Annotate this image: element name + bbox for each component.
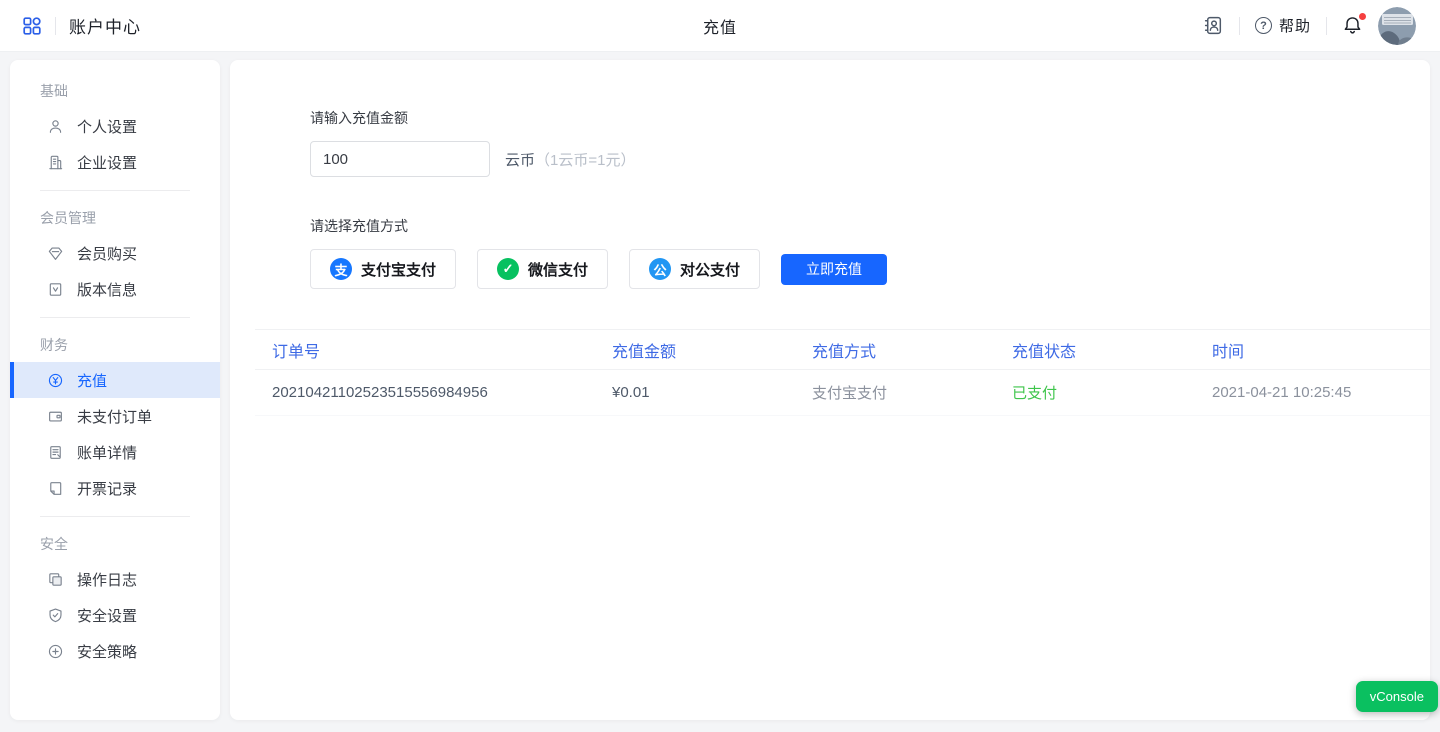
sidebar-section-membership: 会员管理 bbox=[10, 201, 220, 235]
sidebar-item-label: 安全策略 bbox=[77, 641, 137, 662]
contacts-icon[interactable] bbox=[1203, 15, 1224, 36]
sidebar-divider bbox=[40, 516, 190, 517]
column-amount: 充值金额 bbox=[595, 338, 795, 362]
sidebar-item-security-policy[interactable]: 安全策略 bbox=[10, 633, 220, 669]
logs-icon bbox=[47, 571, 64, 588]
sidebar-item-label: 版本信息 bbox=[77, 279, 137, 300]
wallet-icon bbox=[47, 408, 64, 425]
help-button[interactable]: ? 帮助 bbox=[1255, 15, 1311, 36]
header-divider bbox=[55, 17, 56, 35]
wechat-pay-icon: ✓ bbox=[497, 258, 519, 280]
invoice-icon bbox=[47, 480, 64, 497]
column-time: 时间 bbox=[1195, 338, 1430, 362]
recharge-form: 请输入充值金额 云币（1云币=1元） 请选择充值方式 支 支付宝支付 ✓ 微信支… bbox=[230, 60, 1430, 289]
sidebar-item-label: 充值 bbox=[77, 370, 107, 391]
pay-button-label: 对公支付 bbox=[680, 259, 740, 280]
bill-icon bbox=[47, 444, 64, 461]
cell-status: 已支付 bbox=[995, 382, 1195, 403]
vconsole-button[interactable]: vConsole bbox=[1356, 681, 1438, 712]
sidebar-item-label: 开票记录 bbox=[77, 478, 137, 499]
orders-table: 订单号 充值金额 充值方式 充值状态 时间 202104211025235155… bbox=[255, 329, 1430, 416]
active-indicator bbox=[10, 362, 14, 398]
alipay-icon: 支 bbox=[330, 258, 352, 280]
gem-icon bbox=[47, 245, 64, 262]
sidebar-item-label: 账单详情 bbox=[77, 442, 137, 463]
question-icon: ? bbox=[1255, 17, 1272, 34]
user-icon bbox=[47, 118, 64, 135]
currency-unit: 云币 bbox=[505, 152, 535, 169]
sidebar-item-member-purchase[interactable]: 会员购买 bbox=[10, 235, 220, 271]
notification-dot bbox=[1359, 13, 1366, 20]
sidebar-item-personal-settings[interactable]: 个人设置 bbox=[10, 108, 220, 144]
amount-input[interactable] bbox=[310, 141, 490, 177]
sidebar-item-recharge[interactable]: 充值 bbox=[10, 362, 220, 398]
sidebar-item-label: 操作日志 bbox=[77, 569, 137, 590]
shield-check-icon bbox=[47, 607, 64, 624]
sidebar-section-security: 安全 bbox=[10, 527, 220, 561]
sidebar-item-label: 未支付订单 bbox=[77, 406, 152, 427]
method-label: 请选择充值方式 bbox=[310, 216, 1430, 236]
app-title: 账户中心 bbox=[69, 13, 141, 38]
pay-button-label: 支付宝支付 bbox=[361, 259, 436, 280]
notification-bell-icon[interactable] bbox=[1342, 15, 1363, 36]
avatar[interactable] bbox=[1378, 7, 1416, 45]
help-label: 帮助 bbox=[1279, 15, 1311, 36]
column-method: 充值方式 bbox=[795, 338, 995, 362]
sidebar-item-unpaid-orders[interactable]: 未支付订单 bbox=[10, 398, 220, 434]
sidebar-item-invoice-records[interactable]: 开票记录 bbox=[10, 470, 220, 506]
corporate-pay-icon: 公 bbox=[649, 258, 671, 280]
wechat-pay-button[interactable]: ✓ 微信支付 bbox=[477, 249, 608, 289]
header-divider bbox=[1326, 17, 1327, 35]
sidebar-section-finance: 财务 bbox=[10, 328, 220, 362]
sidebar: 基础 个人设置 企业设置 会员管理 会员购买 版本信息 财务 bbox=[10, 60, 220, 720]
main-panel: 请输入充值金额 云币（1云币=1元） 请选择充值方式 支 支付宝支付 ✓ 微信支… bbox=[230, 60, 1430, 720]
table-header-row: 订单号 充值金额 充值方式 充值状态 时间 bbox=[255, 329, 1430, 370]
recharge-icon bbox=[47, 372, 64, 389]
amount-label: 请输入充值金额 bbox=[310, 108, 1430, 128]
alipay-pay-button[interactable]: 支 支付宝支付 bbox=[310, 249, 456, 289]
pay-button-label: 微信支付 bbox=[528, 259, 588, 280]
building-icon bbox=[47, 154, 64, 171]
sidebar-item-security-settings[interactable]: 安全设置 bbox=[10, 597, 220, 633]
sidebar-item-operation-logs[interactable]: 操作日志 bbox=[10, 561, 220, 597]
currency-rate: （1云币=1元） bbox=[535, 152, 635, 169]
cell-method: 支付宝支付 bbox=[795, 382, 995, 403]
sidebar-divider bbox=[40, 317, 190, 318]
currency-note: 云币（1云币=1元） bbox=[505, 149, 635, 170]
header-divider bbox=[1239, 17, 1240, 35]
table-row: 20210421102523515556984956 ¥0.01 支付宝支付 已… bbox=[255, 370, 1430, 416]
sidebar-item-version-info[interactable]: 版本信息 bbox=[10, 271, 220, 307]
sidebar-item-label: 会员购买 bbox=[77, 243, 137, 264]
top-header: 账户中心 充值 ? 帮助 bbox=[0, 0, 1440, 52]
cell-order-no: 20210421102523515556984956 bbox=[255, 384, 595, 401]
sidebar-item-label: 个人设置 bbox=[77, 116, 137, 137]
sidebar-item-label: 企业设置 bbox=[77, 152, 137, 173]
sidebar-item-label: 安全设置 bbox=[77, 605, 137, 626]
version-icon bbox=[47, 281, 64, 298]
sidebar-item-bill-details[interactable]: 账单详情 bbox=[10, 434, 220, 470]
column-order-no: 订单号 bbox=[255, 338, 595, 362]
recharge-now-button[interactable]: 立即充值 bbox=[781, 254, 887, 285]
corporate-pay-button[interactable]: 公 对公支付 bbox=[629, 249, 760, 289]
sidebar-item-enterprise-settings[interactable]: 企业设置 bbox=[10, 144, 220, 180]
sidebar-section-basic: 基础 bbox=[10, 74, 220, 108]
cell-amount: ¥0.01 bbox=[595, 384, 795, 401]
apps-grid-icon[interactable] bbox=[22, 16, 42, 36]
column-status: 充值状态 bbox=[995, 338, 1195, 362]
sidebar-divider bbox=[40, 190, 190, 191]
shield-plus-icon bbox=[47, 643, 64, 660]
cell-time: 2021-04-21 10:25:45 bbox=[1195, 384, 1430, 401]
